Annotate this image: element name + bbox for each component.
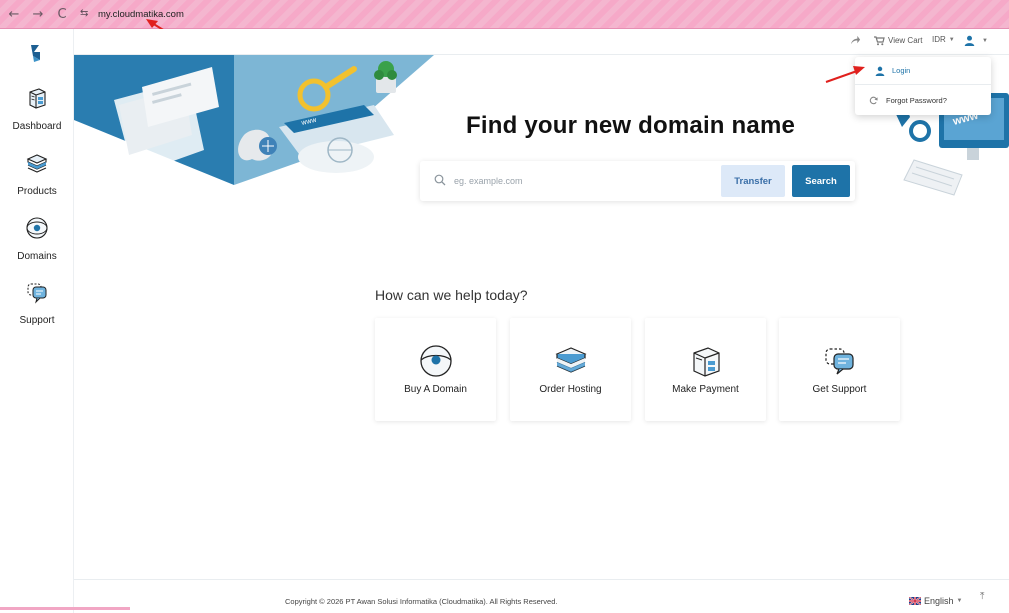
refresh-icon [869, 96, 878, 104]
hero-illustration-left: www [74, 55, 434, 185]
sidebar-item-domains[interactable]: Domains [0, 216, 74, 264]
domain-search-input[interactable] [454, 169, 714, 193]
account-dropdown: Login Forgot Password? [855, 57, 991, 115]
domains-icon [26, 217, 48, 239]
cloudmatika-logo [31, 45, 40, 62]
chevron-down-icon: ▼ [948, 36, 955, 43]
login-menu-item[interactable]: Login [855, 57, 991, 85]
cart-icon [874, 36, 885, 46]
currency-selector[interactable]: IDR ▼ [932, 35, 955, 44]
card-label: Get Support [812, 384, 867, 395]
view-cart-label: View Cart [888, 36, 923, 45]
sidebar-item-label: Products [17, 186, 57, 197]
products-icon [26, 154, 48, 173]
top-header: View Cart IDR ▼ ▼ [74, 29, 1009, 55]
copyright-text: Copyright © 2026 PT Awan Solusi Informat… [285, 597, 558, 606]
support-icon [27, 283, 47, 304]
sidebar: Dashboard Products Domains Support [0, 29, 74, 613]
globe-icon [419, 345, 452, 377]
decorative-strip [0, 607, 130, 610]
back-button[interactable]: ← [4, 4, 24, 24]
help-heading: How can we help today? [375, 287, 528, 303]
forgot-password-label: Forgot Password? [886, 95, 947, 105]
package-icon [692, 347, 720, 377]
language-label: English [924, 596, 954, 606]
sidebar-item-label: Support [19, 315, 55, 326]
login-label: Login [892, 66, 911, 75]
sidebar-item-label: Dashboard [12, 121, 62, 132]
sidebar-item-label: Domains [17, 251, 57, 262]
uk-flag-icon [909, 597, 921, 605]
language-selector[interactable]: English ▼ [909, 596, 962, 606]
card-label: Order Hosting [539, 384, 602, 395]
forgot-password-menu-item[interactable]: Forgot Password? [855, 86, 991, 114]
currency-label: IDR [932, 35, 946, 44]
domain-search-form: Transfer Search [420, 161, 855, 201]
reload-button[interactable]: C [52, 4, 72, 24]
view-cart-link[interactable]: View Cart [873, 35, 923, 46]
card-get-support[interactable]: Get Support [779, 318, 900, 421]
back-to-top-icon[interactable]: ⤒ [980, 591, 984, 602]
user-icon [964, 35, 975, 46]
account-menu-button[interactable]: ▼ [964, 35, 988, 46]
chat-bubbles-icon [824, 348, 854, 375]
site-info-icon[interactable]: ⇆ [80, 8, 92, 20]
chevron-down-icon: ▼ [956, 598, 963, 604]
forward-button[interactable]: → [28, 4, 48, 24]
card-label: Make Payment [672, 384, 739, 395]
footer: Copyright © 2026 PT Awan Solusi Informat… [74, 579, 1009, 613]
sidebar-item-support[interactable]: Support [0, 280, 74, 328]
card-label: Buy A Domain [404, 384, 467, 395]
transfer-button[interactable]: Transfer [721, 165, 785, 197]
page-title: Find your new domain name [466, 112, 796, 139]
share-icon[interactable] [850, 35, 861, 46]
sidebar-item-products[interactable]: Products [0, 151, 74, 199]
sidebar-item-dashboard[interactable]: Dashboard [0, 86, 74, 134]
card-make-payment[interactable]: Make Payment [645, 318, 766, 421]
user-icon [875, 66, 885, 76]
card-order-hosting[interactable]: Order Hosting [510, 318, 631, 421]
chevron-down-icon: ▼ [982, 37, 988, 44]
annotation-arrow-login [825, 66, 865, 83]
search-icon [434, 174, 446, 186]
dashboard-icon [29, 88, 46, 109]
server-stack-icon [554, 347, 587, 373]
card-buy-domain[interactable]: Buy A Domain [375, 318, 496, 421]
search-button[interactable]: Search [792, 165, 850, 197]
